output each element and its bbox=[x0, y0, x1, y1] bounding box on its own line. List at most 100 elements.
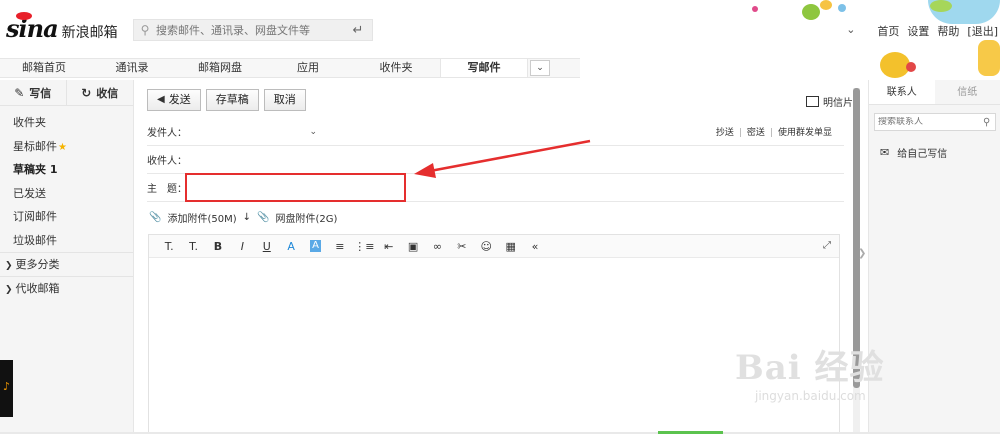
watermark-main: Bai 经验 bbox=[735, 348, 885, 388]
sidebar-more-categories[interactable]: ❯ 更多分类 bbox=[0, 252, 133, 276]
search-icon: ⚲ bbox=[140, 23, 150, 37]
background-color-icon[interactable]: A bbox=[310, 240, 322, 252]
receive-button[interactable]: ↻ 收信 bbox=[67, 80, 134, 105]
disk-attachment-link[interactable]: 网盘附件(2G) bbox=[275, 210, 337, 225]
send-label: 发送 bbox=[168, 93, 191, 106]
subject-label: 主 题： bbox=[147, 184, 187, 195]
search-input[interactable] bbox=[156, 23, 346, 37]
sidebar-actions: ✎ 写信 ↻ 收信 bbox=[0, 80, 133, 106]
edit-icon: ✎ bbox=[14, 85, 25, 100]
download-icon[interactable]: ↓ bbox=[243, 212, 251, 223]
more-tabs-button[interactable]: ⌄ bbox=[530, 60, 550, 76]
search-box: ⚲ ↵ bbox=[133, 19, 373, 41]
decorative-flower bbox=[802, 4, 820, 20]
sidebar-item-starred[interactable]: 星标邮件★ bbox=[0, 135, 133, 159]
stationery-icon[interactable]: ▦ bbox=[498, 240, 522, 253]
folder-list: 收件夹 星标邮件★ 草稿夹 1 已发送 订阅邮件 垃圾邮件 bbox=[0, 106, 133, 252]
image-icon[interactable]: ▣ bbox=[401, 240, 425, 253]
underline-icon[interactable]: U bbox=[255, 240, 279, 253]
chevron-right-icon[interactable]: ❯ bbox=[858, 248, 866, 259]
sidebar-proxy-mailbox[interactable]: ❯ 代收邮箱 bbox=[0, 276, 133, 300]
refresh-icon: ↻ bbox=[81, 85, 92, 100]
compose-toolbar: ◀ 发送 存草稿 取消 bbox=[147, 89, 306, 111]
tab-mail-home[interactable]: 邮箱首页 bbox=[0, 59, 88, 77]
sender-label: 发件人： bbox=[147, 128, 187, 139]
sidebar-item-subscriptions[interactable]: 订阅邮件 bbox=[0, 205, 133, 229]
cc-links: 抄送 | 密送 | 使用群发单显 bbox=[715, 128, 832, 138]
align-icon[interactable]: ≡ bbox=[328, 240, 352, 253]
bcc-link[interactable]: 密送 bbox=[747, 128, 765, 138]
group-single-link[interactable]: 使用群发单显 bbox=[778, 128, 832, 138]
write-to-self-link[interactable]: ✉ 给自己写信 bbox=[880, 145, 1000, 160]
link-icon[interactable]: ∞ bbox=[425, 240, 449, 253]
tab-mail-disk[interactable]: 邮箱网盘 bbox=[176, 59, 264, 77]
bullet-list-icon[interactable]: ⋮≡ bbox=[352, 240, 376, 253]
font-size-icon[interactable]: T. bbox=[181, 240, 205, 253]
decorative-flower bbox=[930, 0, 952, 12]
recipient-label: 收件人： bbox=[147, 156, 187, 167]
right-panel-tabs: 联系人 信纸 bbox=[869, 80, 1000, 105]
postcard-button[interactable]: 明信片 bbox=[806, 94, 853, 109]
tab-apps[interactable]: 应用 bbox=[264, 59, 352, 77]
save-draft-button[interactable]: 存草稿 bbox=[205, 89, 259, 111]
chevron-down-icon[interactable]: ⌄ bbox=[846, 23, 855, 39]
font-family-icon[interactable]: T. bbox=[157, 240, 181, 253]
contact-search-box: ⚲ bbox=[874, 113, 996, 131]
sidebar-item-label: 更多分类 bbox=[15, 258, 60, 271]
tab-contacts-panel[interactable]: 联系人 bbox=[869, 80, 935, 104]
decorative-flower bbox=[838, 4, 846, 12]
search-icon[interactable]: ⚲ bbox=[983, 117, 990, 128]
indent-icon[interactable]: ⇤ bbox=[377, 240, 401, 253]
home-link[interactable]: 首页 bbox=[877, 23, 899, 39]
sina-mail-logo[interactable]: sina 新浪邮箱 bbox=[6, 12, 118, 43]
decorative-flower bbox=[820, 0, 832, 10]
cc-link[interactable]: 抄送 bbox=[716, 128, 734, 138]
enter-icon[interactable]: ↵ bbox=[346, 23, 370, 38]
tab-compose[interactable]: 写邮件 bbox=[440, 59, 528, 77]
header: sina 新浪邮箱 ⚲ ↵ ⌄ 首页 设置 帮助 [退出] bbox=[0, 0, 1000, 78]
help-link[interactable]: 帮助 bbox=[937, 23, 959, 39]
tab-stationery[interactable]: 信纸 bbox=[935, 80, 1000, 104]
write-to-self-label: 给自己写信 bbox=[897, 149, 948, 160]
send-arrow-icon: ◀ bbox=[157, 94, 165, 105]
logout-link[interactable]: [退出] bbox=[967, 23, 998, 39]
chevron-down-icon: ⌄ bbox=[536, 63, 544, 73]
editor-toolbar: T. T. B I U A A ≡ ⋮≡ ⇤ ▣ ∞ ✂ ☺ ▦ « ⤢ bbox=[149, 235, 839, 258]
send-button[interactable]: ◀ 发送 bbox=[147, 89, 201, 111]
left-sidebar: ✎ 写信 ↻ 收信 收件夹 星标邮件★ 草稿夹 1 已发送 订阅邮件 垃圾邮件 … bbox=[0, 80, 134, 434]
logo-title: 新浪邮箱 bbox=[61, 25, 118, 41]
paperclip-icon: 📎 bbox=[149, 212, 162, 223]
italic-icon[interactable]: I bbox=[230, 240, 254, 253]
chevron-right-icon: ❯ bbox=[5, 261, 13, 271]
scissors-icon[interactable]: ✂ bbox=[450, 240, 474, 253]
baidu-watermark: Bai 经验 jingyan.baidu.com bbox=[735, 340, 885, 403]
tab-inbox[interactable]: 收件夹 bbox=[352, 59, 440, 77]
sidebar-item-sent[interactable]: 已发送 bbox=[0, 182, 133, 206]
add-attachment-link[interactable]: 添加附件(50M) bbox=[167, 210, 236, 225]
font-color-icon[interactable]: A bbox=[279, 240, 303, 253]
star-icon: ★ bbox=[58, 141, 67, 153]
sidebar-item-inbox[interactable]: 收件夹 bbox=[0, 111, 133, 135]
emoji-icon[interactable]: ☺ bbox=[474, 240, 498, 253]
settings-link[interactable]: 设置 bbox=[907, 23, 929, 39]
sender-select[interactable]: ⌄ bbox=[187, 127, 317, 137]
music-note-icon[interactable]: ♪ bbox=[0, 360, 13, 417]
watermark-sub: jingyan.baidu.com bbox=[755, 389, 866, 403]
sidebar-item-drafts[interactable]: 草稿夹 1 bbox=[0, 158, 133, 182]
rich-text-editor[interactable]: T. T. B I U A A ≡ ⋮≡ ⇤ ▣ ∞ ✂ ☺ ▦ « ⤢ bbox=[148, 234, 840, 434]
cancel-button[interactable]: 取消 bbox=[263, 89, 306, 111]
contact-search-input[interactable] bbox=[875, 117, 983, 127]
sidebar-item-label: 星标邮件 bbox=[13, 139, 57, 153]
recipient-row[interactable]: 收件人： bbox=[147, 146, 844, 174]
chevron-right-icon: ❯ bbox=[5, 285, 13, 295]
expand-icon[interactable]: ⤢ bbox=[823, 240, 831, 251]
subject-highlight-box bbox=[185, 173, 406, 202]
right-panel: 联系人 信纸 ⚲ ✉ 给自己写信 bbox=[868, 80, 1000, 434]
sidebar-item-spam[interactable]: 垃圾邮件 bbox=[0, 229, 133, 253]
sidebar-item-label: 代收邮箱 bbox=[15, 282, 60, 295]
postcard-icon bbox=[806, 96, 819, 107]
collapse-toolbar-icon[interactable]: « bbox=[523, 240, 547, 253]
bold-icon[interactable]: B bbox=[206, 240, 230, 253]
tab-contacts[interactable]: 通讯录 bbox=[88, 59, 176, 77]
write-button[interactable]: ✎ 写信 bbox=[0, 80, 67, 105]
